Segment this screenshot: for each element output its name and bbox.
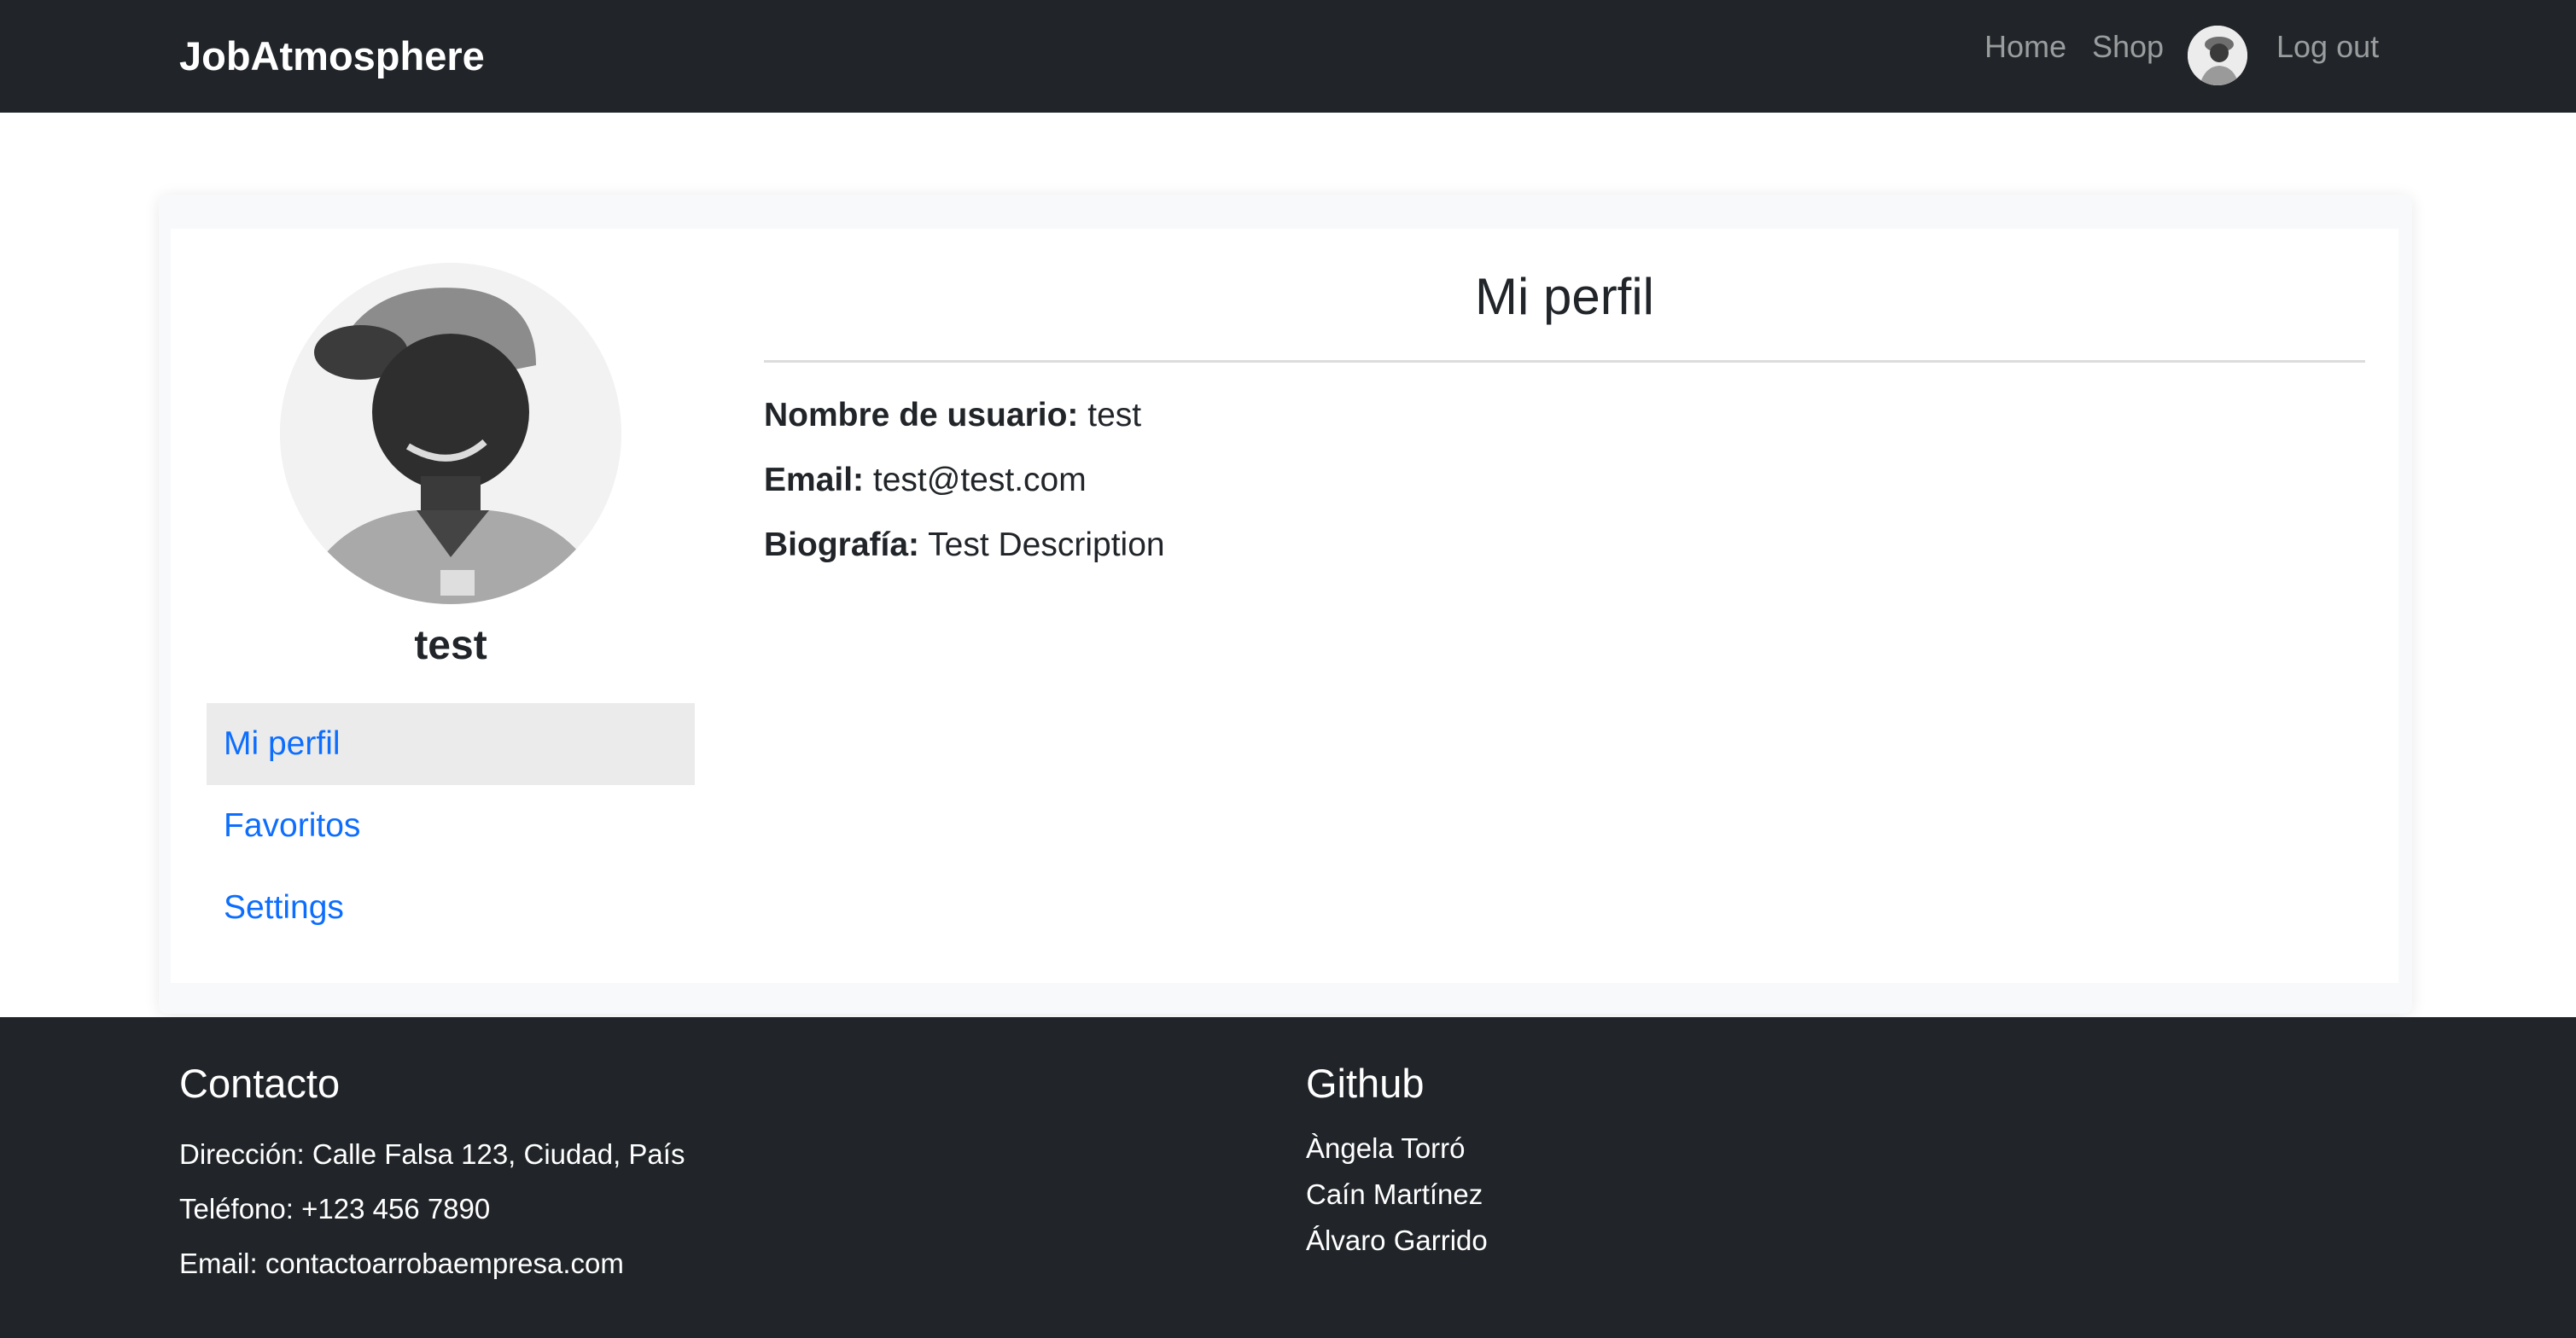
sidebar-item-favoritos[interactable]: Favoritos (207, 785, 695, 867)
github-member-link[interactable]: Caín Martínez (1306, 1174, 1483, 1215)
profile-username: test (414, 623, 487, 668)
avatar-photo-icon (2188, 26, 2247, 85)
section-divider (764, 360, 2365, 363)
footer-contact-email: Email: contactoarrobaempresa.com (179, 1248, 624, 1279)
field-bio: Biografía: Test Description (764, 521, 1165, 569)
sidebar-item-settings[interactable]: Settings (207, 867, 695, 949)
sidebar-item-mi-perfil[interactable]: Mi perfil (207, 703, 695, 785)
nav-link-logout[interactable]: Log out (2276, 22, 2379, 72)
profile-photo-icon (280, 263, 621, 604)
profile-photo (280, 263, 621, 604)
navbar: JobAtmosphere Home Shop Log out (0, 0, 2576, 113)
footer-contact-phone: Teléfono: +123 456 7890 (179, 1193, 491, 1225)
section-title: Mi perfil (1474, 268, 1655, 325)
footer-contact-heading: Contacto (179, 1061, 341, 1106)
nav-link-shop[interactable]: Shop (2092, 22, 2164, 72)
nav-link-home[interactable]: Home (1984, 22, 2066, 72)
brand-link[interactable]: JobAtmosphere (179, 27, 485, 85)
field-email: Email: test@test.com (764, 457, 1087, 504)
field-username-label: Nombre de usuario: (764, 397, 1079, 433)
footer (0, 1017, 2576, 1338)
footer-contact-address: Dirección: Calle Falsa 123, Ciudad, País (179, 1138, 685, 1170)
field-email-label: Email: (764, 462, 865, 498)
user-avatar-icon[interactable] (2188, 26, 2247, 85)
github-member-link[interactable]: Álvaro Garrido (1306, 1220, 1488, 1261)
footer-github-heading: Github (1306, 1061, 1425, 1106)
github-member-link[interactable]: Àngela Torró (1306, 1128, 1466, 1169)
field-username-value: test (1087, 397, 1142, 433)
field-bio-label: Biografía: (764, 526, 920, 563)
field-username: Nombre de usuario: test (764, 392, 1141, 439)
field-bio-value: Test Description (928, 526, 1165, 563)
field-email-value: test@test.com (872, 462, 1087, 498)
